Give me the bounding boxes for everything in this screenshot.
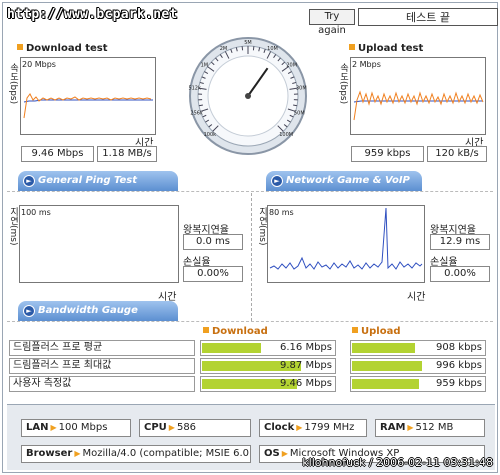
gauge-tick-label: 20M bbox=[286, 62, 297, 68]
game-loss-value: 0.00% bbox=[430, 266, 490, 282]
triangle-right-icon: ▶ bbox=[407, 423, 414, 432]
triangle-right-icon: ▶ bbox=[74, 449, 81, 458]
upload-bar-value: 959 kbps bbox=[436, 378, 482, 389]
triangle-right-icon: ▶ bbox=[168, 423, 175, 432]
section-divider bbox=[7, 191, 493, 192]
speed-gauge: 100k 256k 512k 1M 2M 5M 10M 20M 30M 50M 100M bbox=[188, 37, 307, 155]
download-scale: 20 Mbps bbox=[22, 60, 56, 69]
download-baseline bbox=[23, 99, 153, 103]
game-latency-series bbox=[269, 207, 423, 270]
download-bar: 9.87 Mbps bbox=[200, 358, 336, 374]
download-series bbox=[23, 93, 152, 119]
bullet-icon bbox=[203, 327, 209, 333]
upload-bar: 908 kbps bbox=[350, 340, 486, 356]
upload-value-kbs: 120 kB/s bbox=[427, 146, 487, 162]
download-bar: 6.16 Mbps bbox=[200, 340, 336, 356]
download-plot bbox=[23, 93, 153, 119]
speedtest-window: http://www.bcpark.net Try again 테스트 끝 Do… bbox=[2, 2, 498, 473]
download-bar-fill bbox=[202, 343, 261, 353]
upload-bar: 996 kbps bbox=[350, 358, 486, 374]
upload-bar-fill bbox=[352, 379, 419, 389]
test-status: 테스트 끝 bbox=[358, 8, 498, 26]
ram-info: RAM ▶ 512 MB bbox=[375, 419, 485, 437]
tab-general-ping[interactable]: ► General Ping Test bbox=[18, 171, 178, 191]
triangle-right-icon: ▶ bbox=[281, 449, 288, 458]
cpu-info: CPU ▶ 586 bbox=[139, 419, 251, 437]
bandwidth-row-label: 사용자 측정값 bbox=[9, 376, 195, 392]
triangle-right-icon: ▶ bbox=[50, 423, 57, 432]
ping-loss-value: 0.00% bbox=[183, 266, 243, 282]
upload-baseline bbox=[353, 100, 483, 103]
download-bar-value: 9.87 Mbps bbox=[280, 360, 332, 371]
gauge-tick-label: 50M bbox=[294, 111, 305, 117]
gauge-tick-label: 512k bbox=[188, 86, 201, 92]
section-divider-vertical bbox=[251, 193, 252, 321]
gauge-tick-label: 10M bbox=[267, 46, 278, 52]
download-bar-value: 9.46 Mbps bbox=[280, 378, 332, 389]
gauge-tick-label: 100k bbox=[204, 132, 217, 138]
site-url: http://www.bcpark.net bbox=[7, 7, 178, 22]
upload-bar-fill bbox=[352, 361, 422, 371]
watermark: kllohnofuck / 2006-02-11 03:31:48 bbox=[302, 456, 493, 469]
gauge-hub bbox=[245, 93, 251, 99]
ping-scale: 100 ms bbox=[21, 208, 51, 217]
gauge-tick-label: 2M bbox=[220, 46, 228, 52]
triangle-right-icon: ▶ bbox=[296, 423, 303, 432]
section-divider bbox=[7, 321, 493, 322]
upload-value-kbps: 959 kbps bbox=[351, 146, 424, 162]
arrow-right-icon: ► bbox=[271, 175, 283, 187]
header-bar: http://www.bcpark.net Try again 테스트 끝 bbox=[3, 3, 498, 36]
upload-bar-value: 908 kbps bbox=[436, 342, 482, 353]
download-bar-value: 6.16 Mbps bbox=[280, 342, 332, 353]
upload-title: Upload test bbox=[349, 43, 423, 54]
ping-rtt-value: 0.0 ms bbox=[183, 234, 243, 250]
game-scale: 80 ms bbox=[269, 208, 294, 217]
download-bar: 9.46 Mbps bbox=[200, 376, 336, 392]
bandwidth-row-label: 드림플러스 프로 최대값 bbox=[9, 358, 195, 374]
gauge-tick-label: 100M bbox=[279, 132, 293, 138]
download-value-mbps: 9.46 Mbps bbox=[21, 146, 94, 162]
upload-bar-value: 996 kbps bbox=[436, 360, 482, 371]
gauge-tick-label: 256k bbox=[190, 111, 203, 117]
try-again-button[interactable]: Try again bbox=[309, 9, 355, 36]
arrow-right-icon: ► bbox=[23, 305, 35, 317]
upload-series bbox=[353, 90, 484, 121]
download-ylabel: 속도(bps) bbox=[8, 63, 18, 105]
game-rtt-value: 12.9 ms bbox=[430, 234, 490, 250]
gauge-tick-label: 1M bbox=[201, 62, 209, 68]
game-plot bbox=[269, 207, 423, 270]
tab-bandwidth-gauge[interactable]: ► Bandwidth Gauge bbox=[18, 301, 178, 321]
bandwidth-download-header: Download bbox=[203, 326, 268, 337]
upload-ylabel: 속도(bps) bbox=[338, 63, 348, 105]
bullet-icon bbox=[349, 44, 355, 50]
download-value-mbs: 1.18 MB/s bbox=[97, 146, 157, 162]
upload-bar: 959 kbps bbox=[350, 376, 486, 392]
gauge-tick-label: 5M bbox=[244, 40, 252, 46]
upload-bar-fill bbox=[352, 343, 415, 353]
bullet-icon bbox=[352, 327, 358, 333]
upload-plot bbox=[353, 90, 484, 121]
upload-scale: 2 Mbps bbox=[352, 60, 381, 69]
bandwidth-upload-header: Upload bbox=[352, 326, 400, 337]
clock-info: Clock ▶ 1799 MHz bbox=[259, 419, 367, 437]
gauge-tick-label: 30M bbox=[296, 86, 307, 92]
game-xlabel: 시간 bbox=[407, 292, 426, 303]
arrow-right-icon: ► bbox=[23, 175, 35, 187]
lan-info: LAN ▶ 100 Mbps bbox=[21, 419, 131, 437]
bandwidth-row-label: 드림플러스 프로 평균 bbox=[9, 340, 195, 356]
browser-info: Browser ▶ Mozilla/4.0 (compatible; MSIE 6.… bbox=[21, 445, 251, 463]
bullet-icon bbox=[17, 44, 23, 50]
tab-network-game[interactable]: ► Network Game & VoIP Test bbox=[266, 171, 422, 206]
download-title: Download test bbox=[17, 43, 108, 54]
